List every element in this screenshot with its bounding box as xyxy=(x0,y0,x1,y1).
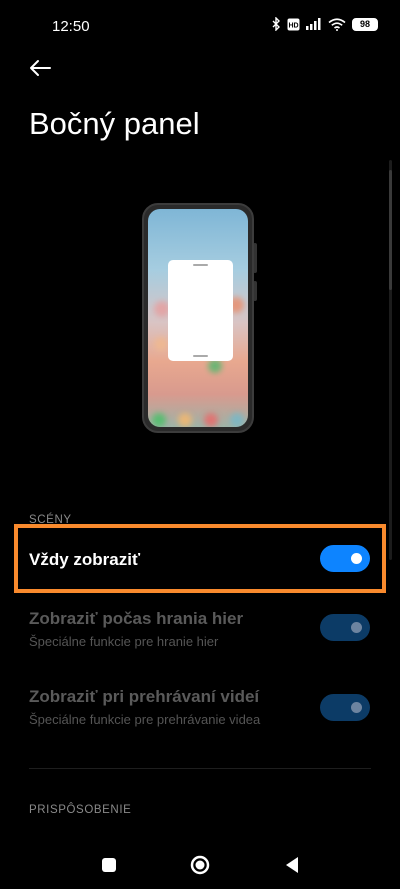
scrollbar-thumb[interactable] xyxy=(389,170,392,290)
blurred-app-icon xyxy=(204,413,218,427)
back-triangle-icon xyxy=(286,857,298,873)
recents-square-icon xyxy=(102,858,116,872)
blurred-app-icon xyxy=(154,337,168,351)
page-title: Bočný panel xyxy=(29,106,200,141)
highlight-box xyxy=(14,524,386,593)
blurred-app-icon xyxy=(230,413,244,427)
arrow-left-icon xyxy=(30,60,51,76)
setting-subtitle: Špeciálne funkcie pre prehrávanie videa xyxy=(29,712,261,727)
wifi-icon xyxy=(328,17,346,31)
status-bar: 12:50 HD 98 xyxy=(0,0,400,52)
panel-handle xyxy=(193,264,208,266)
navigation-bar xyxy=(0,840,400,889)
svg-text:HD: HD xyxy=(288,22,298,29)
setting-row-video[interactable]: Zobraziť pri prehrávaní videí Špeciálne … xyxy=(0,678,400,740)
sidebar-illustration xyxy=(142,203,257,433)
back-button[interactable] xyxy=(24,52,56,84)
setting-row-gaming[interactable]: Zobraziť počas hrania hier Špeciálne fun… xyxy=(0,600,400,662)
setting-title: Zobraziť pri prehrávaní videí xyxy=(29,687,260,706)
bluetooth-icon xyxy=(272,17,281,31)
blurred-app-icon xyxy=(178,413,192,427)
section-label-customization: PRISPÔSOBENIE xyxy=(29,804,132,816)
home-button[interactable] xyxy=(189,854,211,876)
volte-icon: HD xyxy=(287,18,300,31)
home-circle-icon xyxy=(190,855,210,875)
phone-mockup xyxy=(142,203,254,433)
toggle-knob xyxy=(351,702,362,713)
divider xyxy=(29,768,371,769)
toggle-knob xyxy=(351,622,362,633)
side-panel-preview xyxy=(168,260,233,361)
status-icons: HD 98 xyxy=(272,17,378,31)
nav-back-button[interactable] xyxy=(281,854,303,876)
status-time: 12:50 xyxy=(52,18,90,35)
signal-icon xyxy=(306,18,322,30)
setting-title: Zobraziť počas hrania hier xyxy=(29,609,244,628)
scrollbar[interactable] xyxy=(389,160,392,560)
toggle-gaming[interactable] xyxy=(320,614,370,641)
blurred-app-icon xyxy=(152,413,166,427)
battery-icon: 98 xyxy=(352,17,378,31)
toggle-video[interactable] xyxy=(320,694,370,721)
setting-subtitle: Špeciálne funkcie pre hranie hier xyxy=(29,634,219,649)
blurred-app-icon xyxy=(208,359,222,373)
panel-handle xyxy=(193,355,208,357)
recents-button[interactable] xyxy=(98,854,120,876)
